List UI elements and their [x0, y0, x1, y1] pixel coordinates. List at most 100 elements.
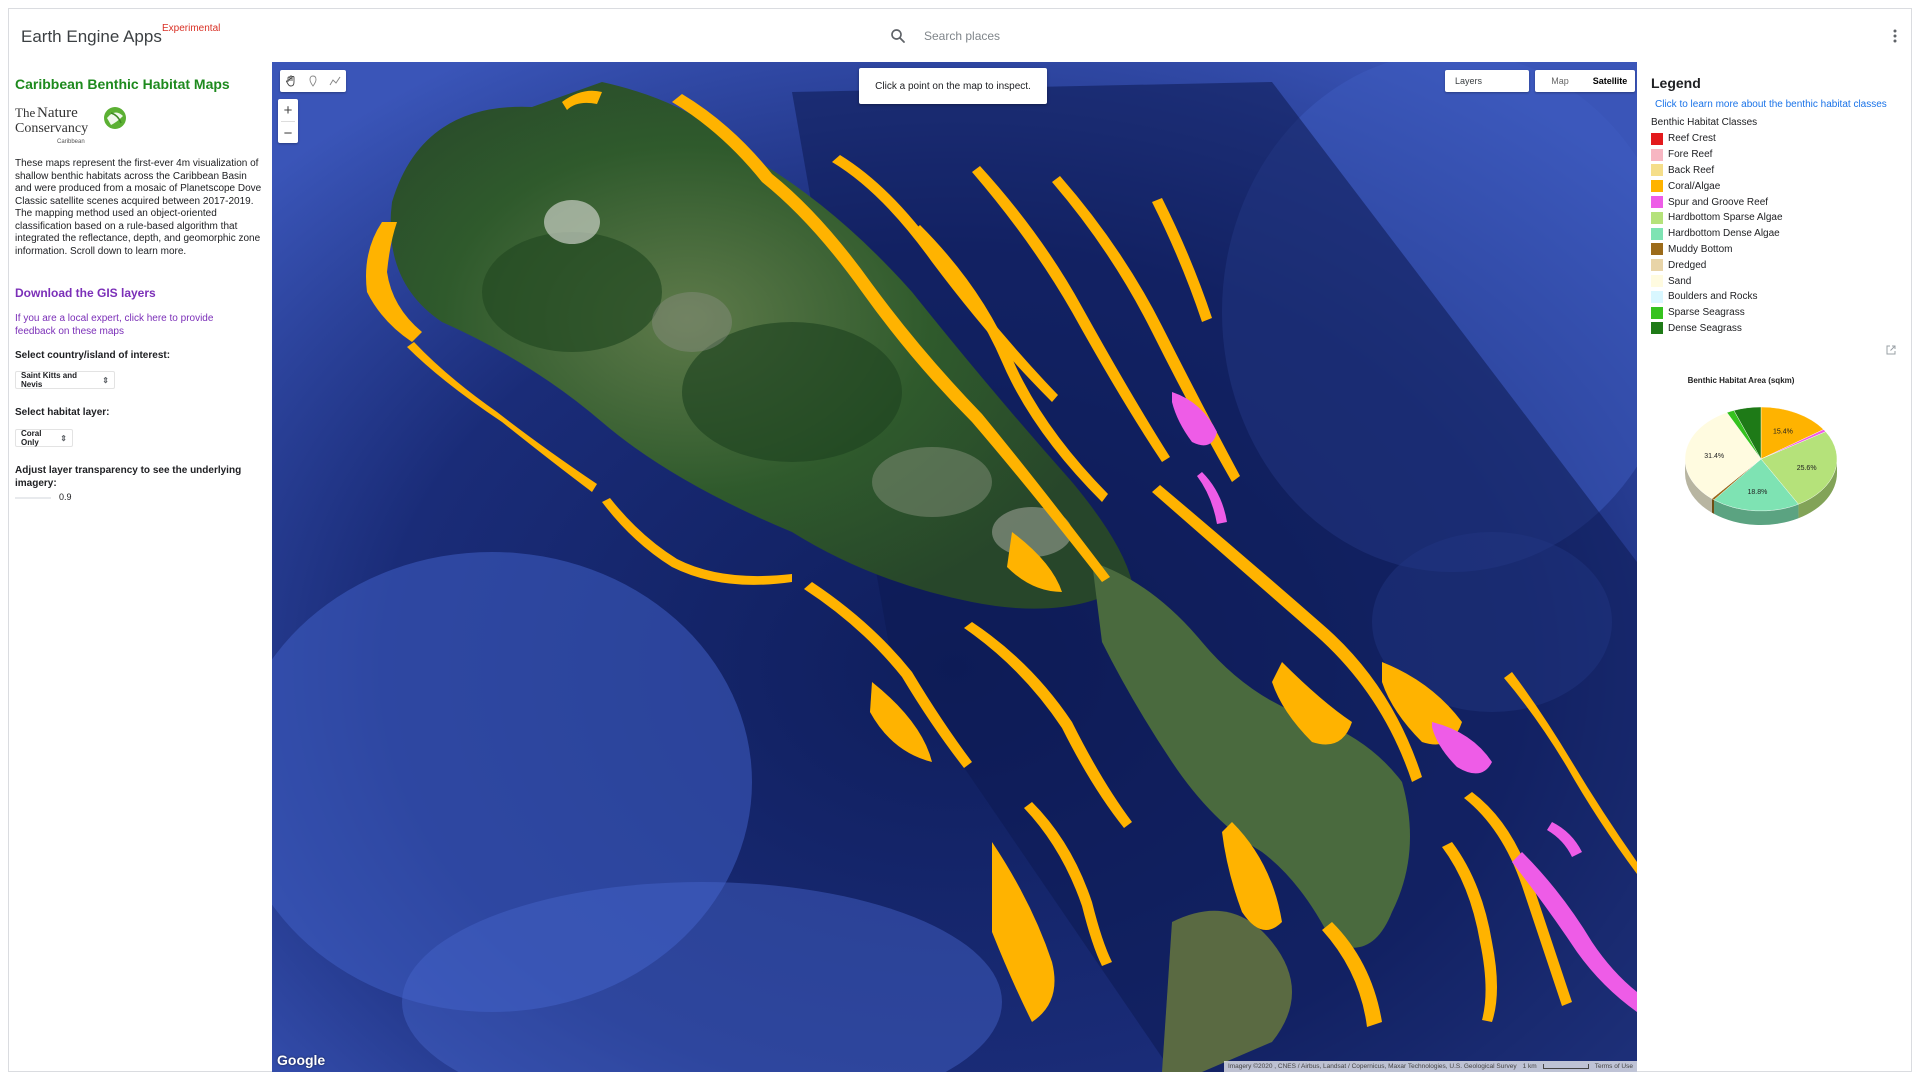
feedback-link[interactable]: If you are a local expert, click here to… — [15, 313, 255, 338]
zoom-control: + − — [278, 99, 298, 143]
download-gis-link[interactable]: Download the GIS layers — [15, 286, 156, 300]
habitat-select[interactable]: Coral Only ⇕ — [15, 429, 73, 447]
google-logo: Google — [277, 1052, 326, 1068]
page-title: Caribbean Benthic Habitat Maps — [15, 76, 230, 92]
pie-slice-side — [1711, 498, 1715, 514]
nature-conservancy-logo: The Nature Conservancy Caribbean — [15, 103, 135, 145]
legend-label: Sand — [1668, 275, 1692, 287]
habitat-select-value: Coral Only — [21, 429, 42, 447]
country-select[interactable]: Saint Kitts and Nevis ⇕ — [15, 371, 115, 389]
scale-bar — [1542, 1064, 1589, 1069]
legend-item: Boulders and Rocks — [1651, 289, 1901, 305]
transparency-slider[interactable] — [15, 497, 51, 499]
left-panel: Caribbean Benthic Habitat Maps The Natur… — [9, 61, 271, 1071]
legend-swatch — [1651, 164, 1663, 177]
legend-item: Sand — [1651, 273, 1901, 289]
legend-item: Dense Seagrass — [1651, 321, 1901, 337]
legend-item: Hardbottom Dense Algae — [1651, 226, 1901, 242]
drawing-tools — [280, 70, 346, 92]
chart-title: Benthic Habitat Area (sqkm) — [1687, 376, 1795, 385]
legend-list: Reef Crest Fore Reef Back Reef Coral/Algae S… — [1651, 131, 1901, 336]
legend-swatch — [1651, 322, 1663, 335]
habitat-select-label: Select habitat layer: — [15, 407, 110, 418]
map-type-control: Map Satellite — [1535, 70, 1635, 92]
legend-item: Dredged — [1651, 257, 1901, 273]
legend-label: Reef Crest — [1668, 133, 1716, 145]
legend-swatch — [1651, 227, 1663, 240]
pie-data-label: 25.6% — [1797, 465, 1817, 472]
svg-text:Caribbean: Caribbean — [57, 139, 85, 145]
inspect-hint: Click a point on the map to inspect. — [859, 68, 1047, 104]
legend-swatch — [1651, 211, 1663, 224]
experimental-badge: Experimental — [162, 23, 221, 34]
map-type-map-button[interactable]: Map — [1535, 70, 1585, 92]
legend-label: Coral/Algae — [1668, 180, 1721, 192]
legend-item: Fore Reef — [1651, 147, 1901, 163]
terms-link[interactable]: Terms of Use — [1595, 1063, 1633, 1070]
legend-label: Muddy Bottom — [1668, 243, 1733, 255]
map-type-satellite-button[interactable]: Satellite — [1585, 70, 1635, 92]
attribution-text: Imagery ©2020 , CNES / Airbus, Landsat /… — [1227, 1063, 1517, 1070]
legend-item: Reef Crest — [1651, 131, 1901, 147]
select-arrows-icon: ⇕ — [60, 433, 67, 443]
legend-label: Boulders and Rocks — [1668, 291, 1758, 303]
habitat-classes-link[interactable]: Click to learn more about the benthic ha… — [1655, 99, 1887, 110]
legend-item: Back Reef — [1651, 163, 1901, 179]
satellite-imagery — [272, 62, 1637, 1072]
legend-label: Dredged — [1668, 259, 1707, 271]
pie-data-label: 31.4% — [1704, 453, 1724, 460]
legend-swatch — [1651, 275, 1663, 288]
legend-item: Sparse Seagrass — [1651, 305, 1901, 321]
legend-label: Hardbottom Sparse Algae — [1668, 212, 1783, 224]
scale-label: 1 km — [1522, 1063, 1537, 1070]
legend-swatch — [1651, 132, 1663, 145]
legend-swatch — [1651, 243, 1663, 256]
legend-panel: Legend Click to learn more about the ben… — [1639, 61, 1913, 1071]
zoom-in-button[interactable]: + — [278, 99, 298, 121]
more-vert-icon[interactable] — [1887, 27, 1903, 45]
legend-subtitle: Benthic Habitat Classes — [1651, 117, 1758, 128]
legend-label: Sparse Seagrass — [1668, 307, 1745, 319]
search-input[interactable] — [924, 26, 1244, 46]
svg-text:Conservancy: Conservancy — [15, 121, 88, 136]
select-arrows-icon: ⇕ — [102, 375, 109, 385]
pie-data-label: 18.8% — [1748, 489, 1768, 496]
legend-label: Back Reef — [1668, 164, 1715, 176]
legend-swatch — [1651, 259, 1663, 272]
top-bar: Earth Engine Apps Experimental — [9, 9, 1913, 61]
transparency-value: 0.9 — [59, 492, 72, 502]
pie-data-label: 15.4% — [1773, 428, 1793, 435]
country-select-value: Saint Kitts and Nevis — [21, 371, 78, 389]
point-icon[interactable] — [305, 73, 321, 89]
habitat-pie-chart[interactable]: 15.4% 25.6% 18.8% 31.4% — [1685, 401, 1845, 541]
layers-button[interactable]: Layers — [1445, 70, 1529, 92]
description-text: These maps represent the first-ever 4m v… — [15, 158, 262, 257]
legend-swatch — [1651, 196, 1663, 209]
hand-icon[interactable] — [283, 73, 299, 89]
legend-label: Dense Seagrass — [1668, 322, 1742, 334]
legend-label: Fore Reef — [1668, 149, 1713, 161]
line-icon[interactable] — [327, 73, 343, 89]
legend-swatch — [1651, 148, 1663, 161]
legend-label: Spur and Groove Reef — [1668, 196, 1769, 208]
legend-title: Legend — [1651, 75, 1701, 91]
legend-item: Spur and Groove Reef — [1651, 194, 1901, 210]
svg-text:The: The — [15, 105, 35, 120]
app-window: Earth Engine Apps Experimental Caribbean… — [8, 8, 1912, 1072]
svg-text:Nature: Nature — [37, 105, 78, 121]
search-icon[interactable] — [889, 27, 907, 45]
app-title[interactable]: Earth Engine Apps — [21, 27, 162, 47]
transparency-label: Adjust layer transparency to see the und… — [15, 465, 242, 489]
country-select-label: Select country/island of interest: — [15, 350, 171, 361]
legend-swatch — [1651, 290, 1663, 303]
legend-swatch — [1651, 306, 1663, 319]
legend-swatch — [1651, 180, 1663, 193]
legend-item: Muddy Bottom — [1651, 242, 1901, 258]
map-attribution: Imagery ©2020 , CNES / Airbus, Landsat /… — [1223, 1061, 1637, 1072]
open-in-new-icon[interactable] — [1885, 344, 1897, 356]
legend-item: Coral/Algae — [1651, 178, 1901, 194]
legend-label: Hardbottom Dense Algae — [1668, 228, 1780, 240]
zoom-out-button[interactable]: − — [278, 122, 298, 144]
map-canvas[interactable]: + − Click a point on the map to inspect.… — [272, 62, 1637, 1072]
legend-item: Hardbottom Sparse Algae — [1651, 210, 1901, 226]
